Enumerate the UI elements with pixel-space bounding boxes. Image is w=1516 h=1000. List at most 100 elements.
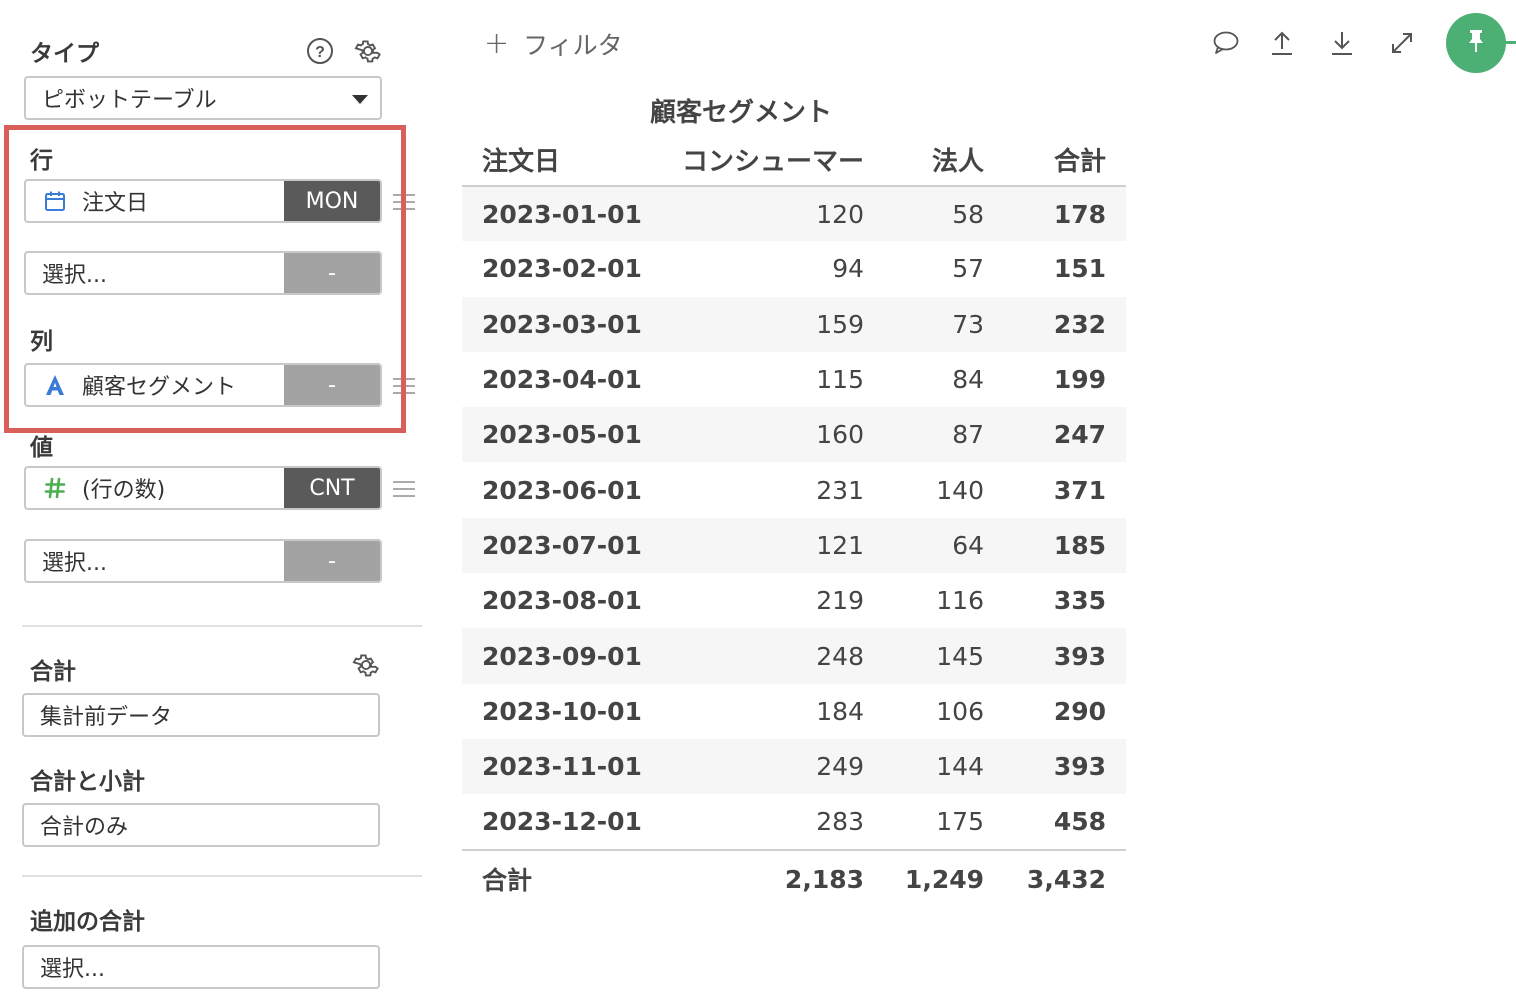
- table-row: 2023-08-01 219 116 335: [462, 573, 1126, 628]
- column-header: 合計: [984, 133, 1126, 187]
- table-cell: 140: [936, 475, 984, 505]
- calendar-icon: [42, 190, 68, 212]
- column-header: コンシューマー: [654, 133, 864, 187]
- upload-icon[interactable]: [1267, 28, 1297, 58]
- row-date-cell: 2023-03-01: [462, 296, 654, 352]
- table-row: 2023-06-01 231 140 371: [462, 462, 1126, 517]
- values-field-aggregation-button[interactable]: CNT: [284, 468, 380, 508]
- expand-icon[interactable]: [1387, 28, 1417, 58]
- rows-field-select[interactable]: 選択... -: [24, 251, 382, 295]
- table-cell: 248: [654, 628, 864, 684]
- row-date-cell: 2023-05-01: [462, 407, 654, 463]
- table-cell: 151: [1053, 254, 1106, 284]
- pivot-table: 注文日 コンシューマー 法人 合計 2023-01-01 120 58 178 2023…: [462, 133, 1126, 908]
- table-cell: 219: [816, 586, 864, 616]
- table-cell: 290: [1053, 696, 1106, 726]
- total-settings-gear-icon[interactable]: [351, 650, 381, 680]
- table-cell: 160: [654, 407, 864, 463]
- row-date-cell: 2023-10-01: [482, 696, 642, 726]
- columns-field-customer-segment[interactable]: 顧客セグメント -: [24, 363, 382, 407]
- table-row: 2023-09-01 248 145 393: [462, 628, 1126, 684]
- extra-total-select[interactable]: 選択...: [22, 945, 380, 989]
- columns-label: 列: [30, 329, 53, 355]
- pin-icon: [1464, 28, 1488, 58]
- table-cell: 175: [936, 806, 984, 836]
- row-date-cell: 2023-08-01: [482, 586, 642, 616]
- table-cell: 178: [984, 186, 1126, 242]
- column-header: 注文日: [462, 133, 654, 187]
- add-filter-button[interactable]: + フィルタ: [484, 26, 623, 62]
- table-row: 2023-02-01 94 57 151: [462, 241, 1126, 296]
- table-cell: 145: [864, 628, 984, 684]
- table-cell: 120: [654, 186, 864, 242]
- table-cell: 159: [654, 296, 864, 352]
- table-cell: 199: [1053, 365, 1106, 395]
- table-cell: 58: [864, 186, 984, 242]
- drag-handle-icon[interactable]: [393, 194, 415, 215]
- table-cell: 393: [984, 628, 1126, 684]
- table-cell: 57: [952, 254, 984, 284]
- filter-label: フィルタ: [523, 31, 623, 60]
- help-icon[interactable]: ?: [305, 36, 335, 66]
- table-cell: 283: [816, 806, 864, 836]
- download-icon[interactable]: [1327, 28, 1357, 58]
- table-cell: 73: [864, 296, 984, 352]
- drag-handle-icon[interactable]: [393, 378, 415, 399]
- values-label: 値: [30, 435, 53, 461]
- table-row: 2023-10-01 184 106 290: [462, 684, 1126, 739]
- subtotal-label: 合計と小計: [30, 769, 145, 795]
- table-cell: 64: [864, 517, 984, 574]
- row-date-cell: 2023-01-01: [462, 186, 654, 242]
- type-label: タイプ: [30, 41, 99, 67]
- table-row: 2023-05-01 160 87 247: [462, 407, 1126, 463]
- table-cell: 458: [1053, 806, 1106, 836]
- table-cell: 335: [1053, 586, 1106, 616]
- extra-total-label: 追加の合計: [30, 909, 145, 935]
- chevron-down-icon: [352, 95, 368, 104]
- columns-field-aggregation-button[interactable]: -: [284, 365, 380, 405]
- type-settings-gear-icon[interactable]: [353, 36, 383, 66]
- chart-type-dropdown[interactable]: ピボットテーブル: [24, 76, 382, 120]
- number-type-icon: [42, 476, 68, 500]
- table-cell: 121: [654, 517, 864, 574]
- divider: [22, 625, 422, 627]
- rows-select-aggregation-button[interactable]: -: [284, 253, 380, 293]
- column-header: 法人: [864, 133, 984, 187]
- table-cell: 106: [936, 696, 984, 726]
- table-cell: 87: [864, 407, 984, 463]
- table-cell: 116: [936, 586, 984, 616]
- total-source-select[interactable]: 集計前データ: [22, 693, 380, 737]
- table-cell: 84: [952, 365, 984, 395]
- values-field-select[interactable]: 選択... -: [24, 539, 382, 583]
- table-cell: 231: [816, 475, 864, 505]
- total-cell: 1,249: [864, 848, 984, 908]
- table-total-row: 合計 2,183 1,249 3,432: [462, 848, 1126, 908]
- values-select-aggregation-button[interactable]: -: [284, 541, 380, 581]
- subtotal-select[interactable]: 合計のみ: [22, 803, 380, 847]
- row-date-cell: 2023-12-01: [482, 806, 642, 836]
- drag-handle-icon[interactable]: [393, 481, 415, 502]
- table-row: 2023-01-01 120 58 178: [462, 186, 1126, 242]
- values-select-placeholder: 選択...: [42, 551, 107, 576]
- row-date-cell: 2023-06-01: [482, 475, 642, 505]
- pin-connector: [1504, 41, 1516, 44]
- comment-icon[interactable]: [1211, 28, 1241, 58]
- plus-icon: +: [484, 26, 510, 61]
- table-cell: 185: [984, 517, 1126, 574]
- table-header-row: 注文日 コンシューマー 法人 合計: [462, 133, 1126, 187]
- table-cell: 393: [984, 738, 1126, 795]
- rows-field-aggregation-button[interactable]: MON: [284, 181, 380, 221]
- pivot-column-group-title: 顧客セグメント: [650, 98, 833, 128]
- rows-field-name: 注文日: [82, 191, 149, 216]
- row-date-cell: 2023-07-01: [462, 517, 654, 574]
- rows-field-order-date[interactable]: 注文日 MON: [24, 179, 382, 223]
- pin-button[interactable]: [1446, 13, 1506, 73]
- extra-total-value: 選択...: [40, 957, 105, 982]
- values-field-row-count[interactable]: (行の数) CNT: [24, 466, 382, 510]
- rows-label: 行: [30, 148, 53, 174]
- table-row: 2023-12-01 283 175 458: [462, 794, 1126, 849]
- total-source-value: 集計前データ: [40, 705, 173, 730]
- values-field-name: (行の数): [82, 478, 166, 503]
- total-label: 合計: [30, 659, 76, 685]
- row-date-cell: 2023-02-01: [482, 254, 642, 284]
